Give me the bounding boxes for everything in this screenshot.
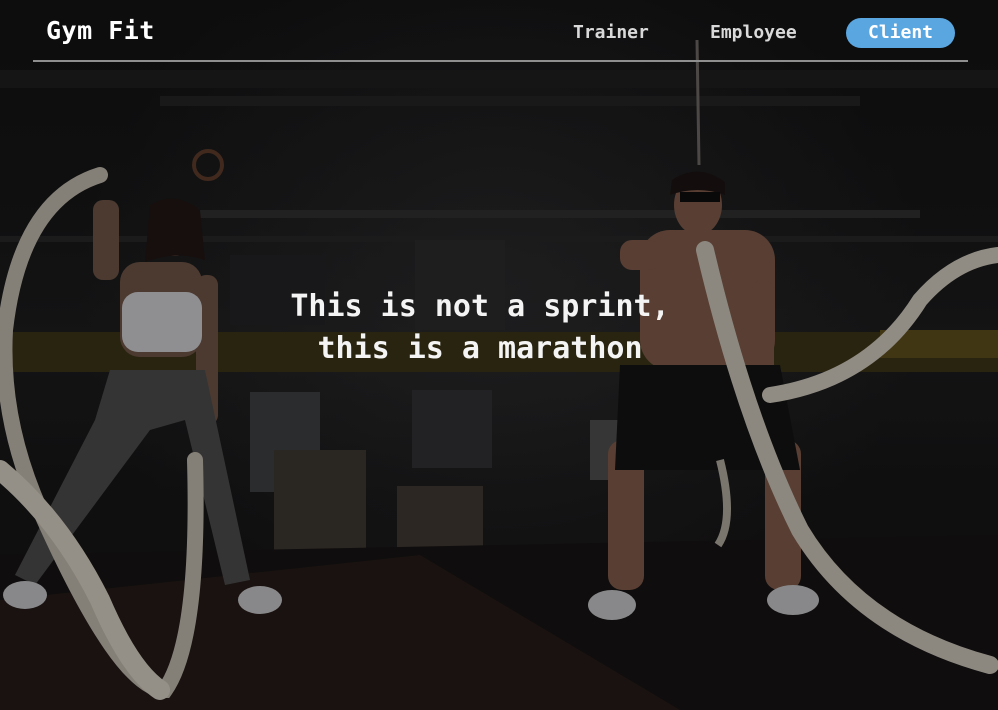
top-navbar: Gym Fit Trainer Employee Client [33,0,968,62]
nav-link-employee[interactable]: Employee [710,18,797,48]
hero-headline-line-2: this is a marathon [317,331,643,366]
brand-logo-text[interactable]: Gym Fit [46,16,155,45]
hero-headline: This is not a sprint, this is a marathon [0,286,998,370]
nav-link-trainer[interactable]: Trainer [573,18,649,48]
hero-headline-line-1: This is not a sprint, [290,289,670,324]
nav-link-client-active[interactable]: Client [846,18,955,48]
